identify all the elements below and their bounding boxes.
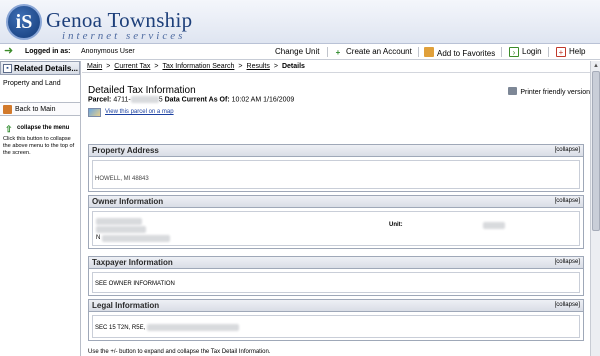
- breadcrumb-sep: >: [238, 63, 243, 70]
- collapse-menu-button[interactable]: collapse the menu: [17, 125, 69, 131]
- panel-title: Legal Information: [92, 301, 160, 310]
- user-arrow-icon: ➜: [4, 45, 14, 57]
- collapse-button[interactable]: [collapse]: [555, 302, 580, 308]
- toolbar-divider: [327, 47, 328, 57]
- back-to-main-button[interactable]: Back to Main: [0, 102, 80, 116]
- panel-header: Taxpayer Information [collapse]: [89, 257, 583, 269]
- breadcrumb-results[interactable]: Results: [247, 63, 270, 70]
- plus-icon: +: [335, 48, 341, 57]
- printer-icon: [508, 87, 518, 95]
- legal-line: SEC 15 T2N, R5E,: [95, 324, 239, 331]
- redacted-text: [483, 222, 505, 229]
- owner-partial-text: N: [96, 235, 101, 241]
- property-address-panel: Property Address [collapse] HOWELL, MI 4…: [88, 144, 584, 192]
- panel-title: Owner Information: [92, 197, 164, 206]
- unit-label: Unit:: [389, 222, 403, 228]
- panel-header: Legal Information [collapse]: [89, 300, 583, 312]
- change-unit-link[interactable]: Change Unit: [275, 47, 319, 56]
- collapse-button[interactable]: [collapse]: [555, 147, 580, 153]
- panel-body: SEE OWNER INFORMATION: [92, 272, 580, 293]
- back-to-main-label: Back to Main: [15, 106, 56, 113]
- data-current-time: 10:02 AM: [231, 96, 262, 104]
- panel-title: Taxpayer Information: [92, 258, 173, 267]
- expand-collapse-note: Use the +/- button to expand and collaps…: [88, 349, 271, 355]
- breadcrumb-sep: >: [273, 63, 278, 70]
- scroll-thumb[interactable]: [592, 71, 600, 231]
- data-current-date: 1/16/2009: [263, 96, 295, 104]
- printer-friendly-link[interactable]: Printer friendly version: [508, 87, 590, 96]
- scroll-up-icon[interactable]: ▲: [592, 62, 600, 70]
- redacted-text: [130, 96, 159, 103]
- redacted-text: [102, 235, 170, 242]
- collapse-button[interactable]: [collapse]: [555, 198, 580, 204]
- help-link[interactable]: + Help: [556, 47, 585, 57]
- add-favorites-label: Add to Favorites: [437, 49, 496, 58]
- create-account-link[interactable]: + Create an Account: [333, 47, 412, 58]
- top-toolbar: ➜ Logged in as: Anonymous User Change Un…: [0, 44, 600, 60]
- sidebar: ▪ Related Details... Property and Land B…: [0, 61, 81, 356]
- taxpayer-information-panel: Taxpayer Information [collapse] SEE OWNE…: [88, 256, 584, 296]
- collapse-arrow-icon[interactable]: ⇧: [5, 124, 13, 135]
- map-icon[interactable]: [88, 108, 101, 117]
- header-banner: iS Genoa Township internet services: [0, 0, 600, 44]
- panel-body: SEC 15 T2N, R5E,: [92, 315, 580, 338]
- main-content: Detailed Tax Information Parcel: 4711- 5 …: [82, 74, 590, 356]
- breadcrumb-sep: >: [106, 63, 111, 70]
- expand-icon: ▪: [3, 64, 12, 73]
- panel-body: HOWELL, MI 48843: [92, 160, 580, 189]
- panel-title: Property Address: [92, 146, 159, 155]
- home-icon: [3, 105, 12, 114]
- breadcrumb-tax-search[interactable]: Tax Information Search: [162, 63, 234, 70]
- sidebar-item-property-and-land[interactable]: Property and Land: [3, 80, 61, 87]
- logo[interactable]: iS: [6, 4, 42, 40]
- toolbar-divider: [501, 47, 502, 57]
- owner-information-panel: Owner Information [collapse] N Unit:: [88, 195, 584, 249]
- legal-information-panel: Legal Information [collapse] SEC 15 T2N,…: [88, 299, 584, 341]
- favorites-icon: [424, 47, 434, 57]
- login-label: Login: [522, 47, 542, 56]
- data-current-label: Data Current As Of:: [164, 96, 230, 104]
- create-account-label: Create an Account: [346, 47, 412, 56]
- help-label: Help: [569, 47, 586, 56]
- related-details-label: Related Details...: [14, 64, 79, 73]
- redacted-text: [146, 324, 239, 331]
- redacted-text: [96, 218, 142, 225]
- breadcrumb-current-tax[interactable]: Current Tax: [114, 63, 150, 70]
- view-map-link[interactable]: View this parcel on a map: [105, 109, 174, 115]
- legal-text: SEC 15 T2N, R5E,: [95, 325, 147, 332]
- related-details-header[interactable]: ▪ Related Details...: [0, 61, 80, 75]
- redacted-text: [96, 226, 146, 233]
- parcel-line: Parcel: 4711- 5 Data Current As Of: 10:02…: [88, 96, 294, 103]
- collapse-button[interactable]: [collapse]: [555, 259, 580, 265]
- brand-subtitle: internet services: [62, 30, 186, 42]
- logged-in-label: Logged in as:: [25, 48, 71, 55]
- parcel-value: 4711-: [113, 96, 131, 104]
- login-icon: ›: [509, 47, 519, 57]
- add-favorites-link[interactable]: Add to Favorites: [424, 47, 495, 58]
- logged-in-user: Anonymous User: [81, 48, 135, 55]
- taxpayer-line: SEE OWNER INFORMATION: [95, 281, 175, 287]
- panel-header: Owner Information [collapse]: [89, 196, 583, 208]
- parcel-label: Parcel:: [88, 96, 112, 104]
- collapse-help-text: Click this button to collapse the above …: [3, 136, 75, 156]
- breadcrumb: Main > Current Tax > Tax Information Search >…: [82, 61, 600, 73]
- parcel-value-suffix: 5: [158, 96, 163, 104]
- login-link[interactable]: › Login: [509, 47, 542, 57]
- toolbar-divider: [418, 47, 419, 57]
- printer-friendly-label: Printer friendly version: [520, 89, 590, 96]
- breadcrumb-sep: >: [154, 63, 159, 70]
- breadcrumb-details: Details: [281, 63, 305, 70]
- vertical-scrollbar[interactable]: ▲: [590, 61, 600, 356]
- toolbar-divider: [548, 47, 549, 57]
- panel-header: Property Address [collapse]: [89, 145, 583, 157]
- breadcrumb-main[interactable]: Main: [87, 63, 102, 70]
- panel-body: N Unit:: [92, 211, 580, 246]
- property-address-line: HOWELL, MI 48843: [95, 176, 149, 182]
- page-title: Detailed Tax Information: [88, 85, 196, 96]
- help-icon: +: [556, 47, 566, 57]
